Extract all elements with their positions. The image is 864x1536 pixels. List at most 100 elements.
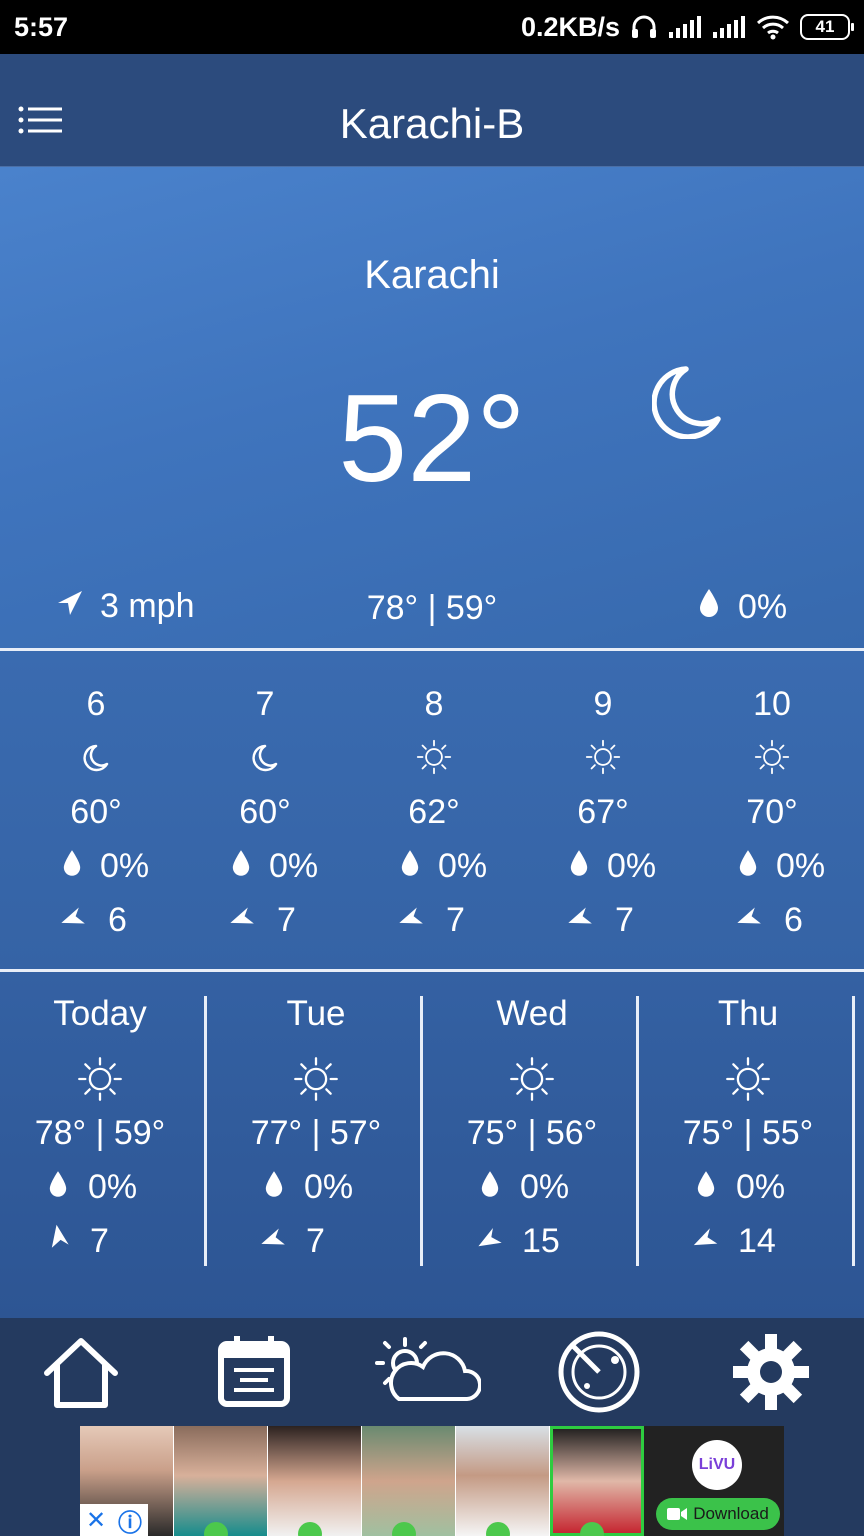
hour-precip: 0% <box>231 847 318 886</box>
wind-direction-icon <box>261 1222 288 1261</box>
ad-photo[interactable] <box>550 1426 644 1536</box>
settings-gear-icon[interactable] <box>728 1332 814 1412</box>
current-conditions: Karachi 52° 3 mph 78° | 59° 0% <box>0 167 864 649</box>
moon-icon <box>78 739 114 775</box>
hour-precip: 0% <box>569 847 656 886</box>
hour-wind: 7 <box>399 901 465 940</box>
wind-direction-icon <box>46 1222 72 1261</box>
wifi-icon <box>756 14 790 40</box>
current-precip: 0% <box>698 588 787 627</box>
close-icon[interactable]: ✕ <box>86 1506 106 1535</box>
hour-label: 8 <box>424 685 444 723</box>
ad-photo[interactable] <box>362 1426 456 1536</box>
ad-photo[interactable] <box>268 1426 362 1536</box>
day-wind: 14 <box>693 1222 776 1261</box>
daily-column: Today 78° | 59° 0% 7 <box>0 972 208 1272</box>
day-precip-value: 0% <box>736 1168 786 1206</box>
hour-label: 7 <box>255 685 275 723</box>
day-wind: 7 <box>261 1222 325 1261</box>
hour-precip-value: 0% <box>438 847 488 885</box>
bottom-navigation <box>0 1318 864 1426</box>
raindrop-icon <box>48 1168 68 1207</box>
home-icon[interactable] <box>38 1332 124 1412</box>
day-wind-value: 14 <box>738 1222 776 1260</box>
raindrop-icon <box>738 847 758 886</box>
day-precip: 0% <box>480 1168 569 1207</box>
day-label: Thu <box>717 994 779 1033</box>
ad-banner[interactable]: LiVU Download ✕ ⓘ <box>80 1426 784 1536</box>
hour-wind: 6 <box>61 901 127 940</box>
ad-brand-logo: LiVU <box>692 1440 742 1490</box>
day-precip: 0% <box>264 1168 353 1207</box>
phone-call-icon <box>204 1522 228 1536</box>
wind-direction-icon <box>737 901 764 940</box>
day-precip: 0% <box>696 1168 785 1207</box>
ad-download-button[interactable]: Download <box>656 1498 780 1530</box>
calendar-icon[interactable] <box>211 1332 297 1412</box>
wind-direction-icon <box>230 901 257 940</box>
moon-icon <box>651 363 724 440</box>
status-icons: 0.2KB/s 41 <box>520 11 854 43</box>
raindrop-icon <box>480 1168 500 1207</box>
moon-icon <box>247 739 283 775</box>
hour-wind: 7 <box>568 901 634 940</box>
ad-download-label: Download <box>693 1504 769 1523</box>
sun-icon <box>585 739 621 775</box>
city-name: Karachi <box>364 253 500 297</box>
ad-choices[interactable]: ✕ ⓘ <box>80 1504 148 1536</box>
hour-wind-value: 7 <box>615 901 634 939</box>
hour-label: 9 <box>593 685 613 723</box>
hour-label: 6 <box>86 685 106 723</box>
daily-forecast: Today 78° | 59° 0% 7 Tue 77° | 57° 0% 7 … <box>0 972 864 1318</box>
status-bar: 5:57 0.2KB/s 41 <box>0 0 864 54</box>
hour-precip: 0% <box>738 847 825 886</box>
hour-wind-value: 6 <box>108 901 127 939</box>
hour-wind: 6 <box>737 901 803 940</box>
hourly-column: 6 60° 0% 6 <box>12 651 180 969</box>
day-label: Tue <box>286 994 346 1033</box>
wind-direction-icon <box>693 1222 720 1261</box>
net-speed: 0.2KB/s <box>520 11 620 42</box>
day-precip-value: 0% <box>304 1168 354 1206</box>
current-temperature: 52° <box>338 370 526 508</box>
radar-icon[interactable] <box>556 1331 642 1413</box>
daily-column: Tue 77° | 57° 0% 7 <box>208 972 424 1272</box>
hour-temperature: 62° <box>408 793 460 831</box>
raindrop-icon <box>62 847 82 886</box>
hour-precip-value: 0% <box>607 847 657 885</box>
hour-temperature: 67° <box>577 793 629 831</box>
phone-call-icon <box>298 1522 322 1536</box>
ad-photo[interactable] <box>174 1426 268 1536</box>
partly-cloudy-icon[interactable] <box>370 1332 482 1412</box>
location-title: Karachi-B <box>339 100 525 147</box>
day-wind: 7 <box>46 1222 109 1261</box>
hourly-column: 8 62° 0% 7 <box>350 651 518 969</box>
hour-precip-value: 0% <box>100 847 150 885</box>
day-high-low: 77° | 57° <box>250 1114 382 1152</box>
ad-photo[interactable] <box>456 1426 550 1536</box>
wind-direction-icon <box>568 901 595 940</box>
raindrop-icon <box>696 1168 716 1207</box>
raindrop-icon <box>569 847 589 886</box>
raindrop-icon <box>264 1168 284 1207</box>
wind-direction-icon <box>478 1222 504 1261</box>
day-label: Today <box>53 994 147 1033</box>
sun-icon <box>725 1056 771 1102</box>
day-wind-value: 7 <box>90 1222 109 1260</box>
hour-wind: 7 <box>230 901 296 940</box>
daily-column: Thu 75° | 55° 0% 14 <box>640 972 856 1272</box>
sun-icon <box>416 739 452 775</box>
day-precip-value: 0% <box>88 1168 138 1206</box>
signal-icon <box>668 15 702 39</box>
ad-cta-panel[interactable]: LiVU Download <box>644 1426 784 1536</box>
raindrop-icon <box>698 588 720 627</box>
battery-icon: 41 <box>800 14 854 40</box>
info-icon[interactable]: ⓘ <box>118 1503 142 1536</box>
ad-banner-area: LiVU Download ✕ ⓘ <box>0 1426 864 1536</box>
current-precip-value: 0% <box>738 588 788 626</box>
signal-icon-2 <box>712 15 746 39</box>
status-time: 5:57 <box>14 11 69 42</box>
app-bar: Karachi-B <box>0 54 864 167</box>
video-camera-icon <box>667 1508 688 1520</box>
day-wind-value: 15 <box>522 1222 560 1260</box>
